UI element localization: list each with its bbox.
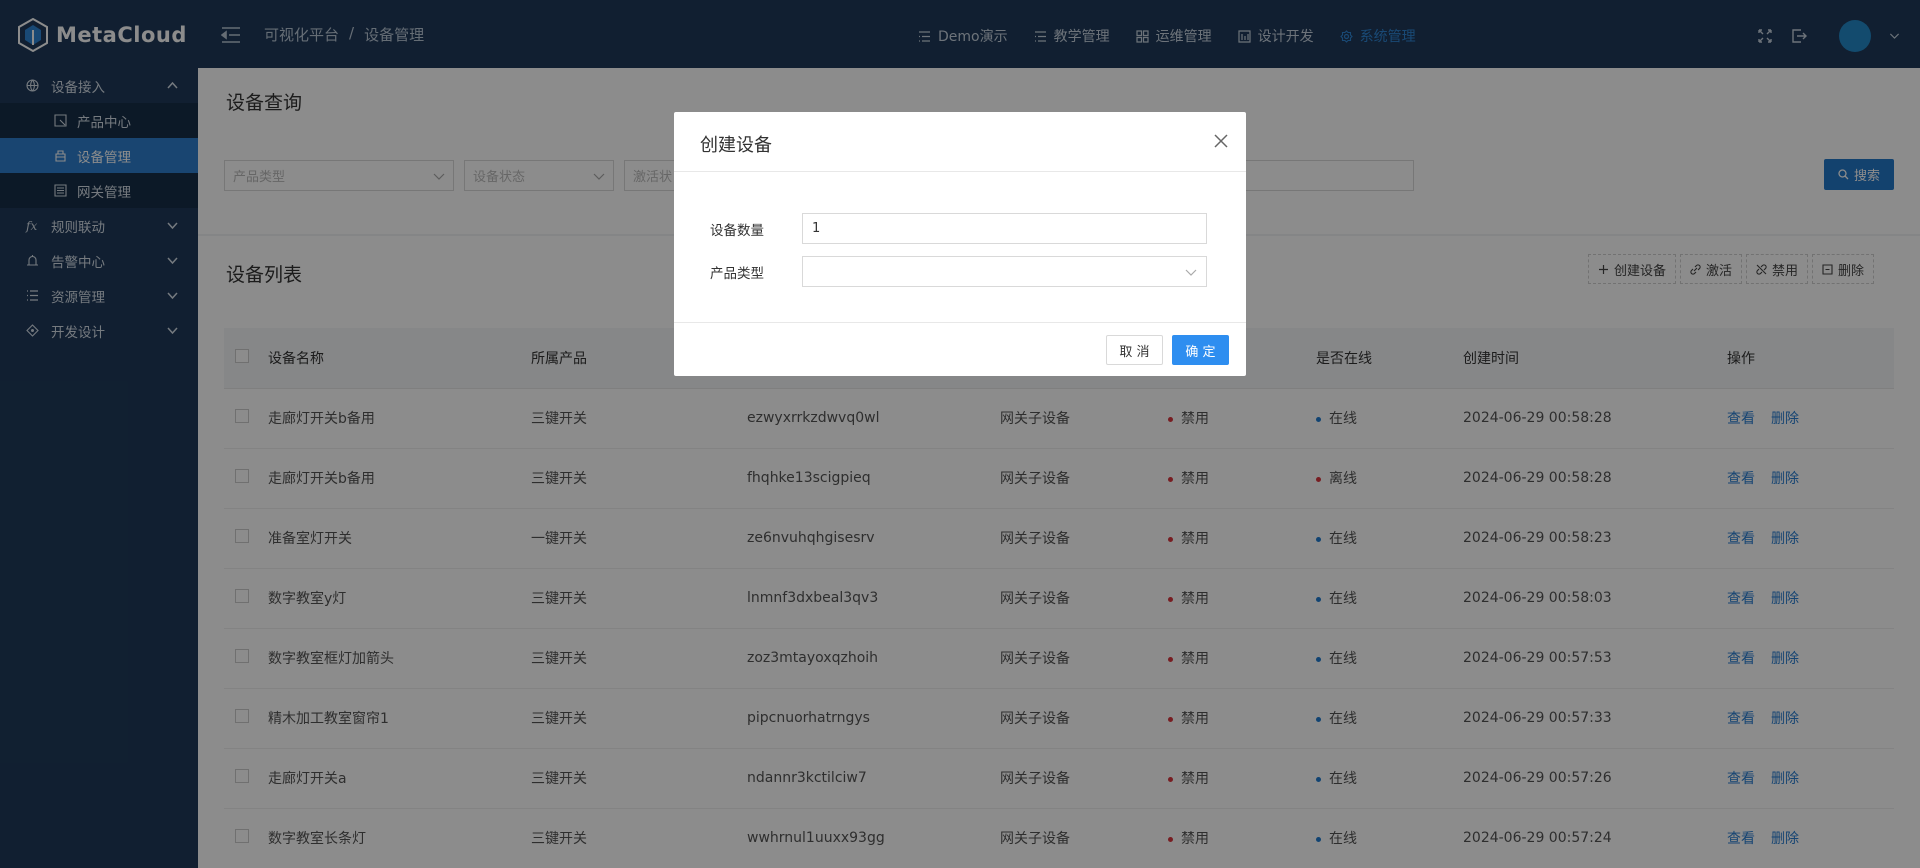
product-type-label: 产品类型 bbox=[710, 265, 764, 282]
dialog-title: 创建设备 bbox=[700, 135, 772, 156]
chevron-down-icon bbox=[1185, 269, 1197, 276]
close-icon[interactable] bbox=[1214, 134, 1228, 148]
cancel-button[interactable]: 取 消 bbox=[1106, 335, 1163, 365]
product-type-row: 产品类型 bbox=[710, 256, 1207, 287]
create-device-dialog: 创建设备 设备数量 1 产品类型 取 消 确 定 bbox=[674, 112, 1246, 376]
device-count-label: 设备数量 bbox=[710, 222, 764, 239]
dialog-header: 创建设备 bbox=[674, 112, 1246, 172]
device-count-row: 设备数量 1 bbox=[710, 213, 1207, 244]
confirm-button[interactable]: 确 定 bbox=[1172, 335, 1229, 365]
product-type-select[interactable] bbox=[802, 256, 1207, 287]
device-count-input[interactable]: 1 bbox=[802, 213, 1207, 244]
dialog-footer: 取 消 确 定 bbox=[674, 322, 1246, 376]
device-count-value: 1 bbox=[812, 221, 821, 236]
